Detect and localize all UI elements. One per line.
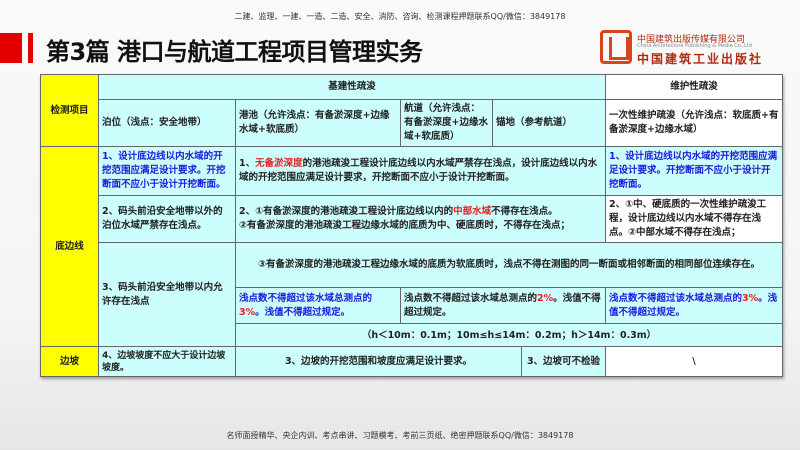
r2-mid-a: 2、①有备淤深度的港池疏浚工程设计底边线以内的	[239, 206, 454, 217]
title-accent	[0, 33, 22, 63]
title-accent-thin	[28, 33, 33, 63]
header-basic: 基建性疏浚	[98, 74, 606, 100]
r1-mid-red: 无备淤深度	[255, 158, 303, 169]
r4-mid: 3、边坡的开挖范围和坡度应满足设计要求。	[235, 346, 522, 377]
r3-channel: 浅点数不得超过该水域总测点的2%。浅值不得超过规定。	[400, 287, 606, 324]
header-channel: 航道（允许浅点：有备淤深度+边缘水域+软底质）	[400, 99, 493, 147]
r3-berth: 3、码头前沿安全地带以内允许存在浅点	[98, 242, 236, 348]
header-once: 一次性维护疏浚（允许浅点：软底质+有备淤深度+边缘水域）	[605, 99, 783, 147]
r1-berth: 1、设计底边线以内水域的开挖范围应满足设计要求。开挖断面不应小于设计开挖断面。	[98, 146, 236, 196]
r1-maint: 1、设计底边线以内水域的开挖范围应满足设计要求。开挖断面不应小于设计开挖断面。	[605, 146, 783, 196]
r3-span: ③有备淤深度的港池疏浚工程边缘水域的底质为软底质时，浅点不得在测图的同一断面或相…	[235, 242, 783, 288]
header-anchor: 锚地（参考航道）	[492, 99, 606, 147]
r3-maint-pct: 3%	[742, 292, 759, 304]
header-berth: 泊位（浅点：安全地带）	[98, 99, 236, 147]
inspection-table: 检测项目 基建性疏浚 维护性疏浚 泊位（浅点：安全地带） 港池（允许浅点：有备淤…	[40, 74, 783, 377]
r3-basin-pct: 3%	[239, 306, 256, 318]
r3-limits: （h＜10m：0.1m；10m≤h≤14m：0.2m；h＞14m：0.3m）	[235, 323, 783, 348]
header-maint: 维护性疏浚	[605, 74, 783, 100]
r2-mid-red: 中部水域	[453, 206, 492, 217]
page-title: 第3篇 港口与航道工程项目管理实务	[46, 38, 423, 66]
r4-maint: \	[605, 346, 783, 377]
r3-basin-b: 。浅值不得超过规定。	[255, 306, 351, 318]
r2-mid-c: ②有备淤深度的港池疏浚工程边缘水域的底质为中、硬底质时，不得存在浅点；	[239, 220, 571, 231]
publisher-name-en: China Architecture Publishing & Media Co…	[637, 43, 752, 49]
top-note: 二建、监理、一建、一造、二造、安全、消防、咨询、检测课程押题联系QQ/微信：38…	[234, 12, 566, 21]
r3-basin-a: 浅点数不得超过该水域总测点的	[239, 292, 373, 304]
header-basin: 港池（允许浅点：有备淤深度+边缘水域+软底质）	[235, 99, 401, 147]
r2-mid: 2、①有备淤深度的港池疏浚工程设计底边线以内的中部水域不得存在浅点。 ②有备淤深度…	[235, 195, 606, 243]
r3-channel-pct: 2%	[537, 292, 554, 304]
r4-anchor: 3、边坡可不检验	[521, 346, 606, 377]
publisher-brand: 中国建筑工业出版社	[637, 52, 764, 66]
r3-basin: 浅点数不得超过该水域总测点的 3%。浅值不得超过规定。	[235, 287, 401, 324]
header-item: 检测项目	[40, 74, 99, 147]
r1-mid-a: 1、	[239, 158, 256, 169]
r2-maint: 2、①中、硬底质的一次性维护疏浚工程，设计底边线以内水域不得存在浅点。②中部水域…	[605, 195, 783, 243]
r2-mid-b: 不得存在浅点。	[491, 206, 558, 217]
row-bottom-label: 底边线	[40, 146, 99, 347]
row-slope-label: 边坡	[40, 346, 99, 377]
r3-maint: 浅点数不得超过该水域总测点的3%。浅值不得超过规定。	[605, 287, 783, 324]
r1-mid: 1、无备淤深度的港池疏浚工程设计底边线以内水域严禁存在浅点，设计底边线以内水域的…	[235, 146, 606, 196]
r4-berth: 4、边坡坡度不应大于设计边坡坡度。	[98, 346, 236, 377]
r3-maint-a: 浅点数不得超过该水域总测点的	[609, 292, 743, 304]
r3-channel-a: 浅点数不得超过该水域总测点的	[404, 292, 538, 304]
publisher-logo-icon	[600, 30, 632, 64]
r2-berth: 2、码头前沿安全地带以外的泊位水域严禁存在浅点。	[98, 195, 236, 243]
footer-note: 名师面授精华、央企内训、考点串讲、习题模考、考前三页纸、绝密押题联系QQ/微信：…	[226, 431, 574, 440]
